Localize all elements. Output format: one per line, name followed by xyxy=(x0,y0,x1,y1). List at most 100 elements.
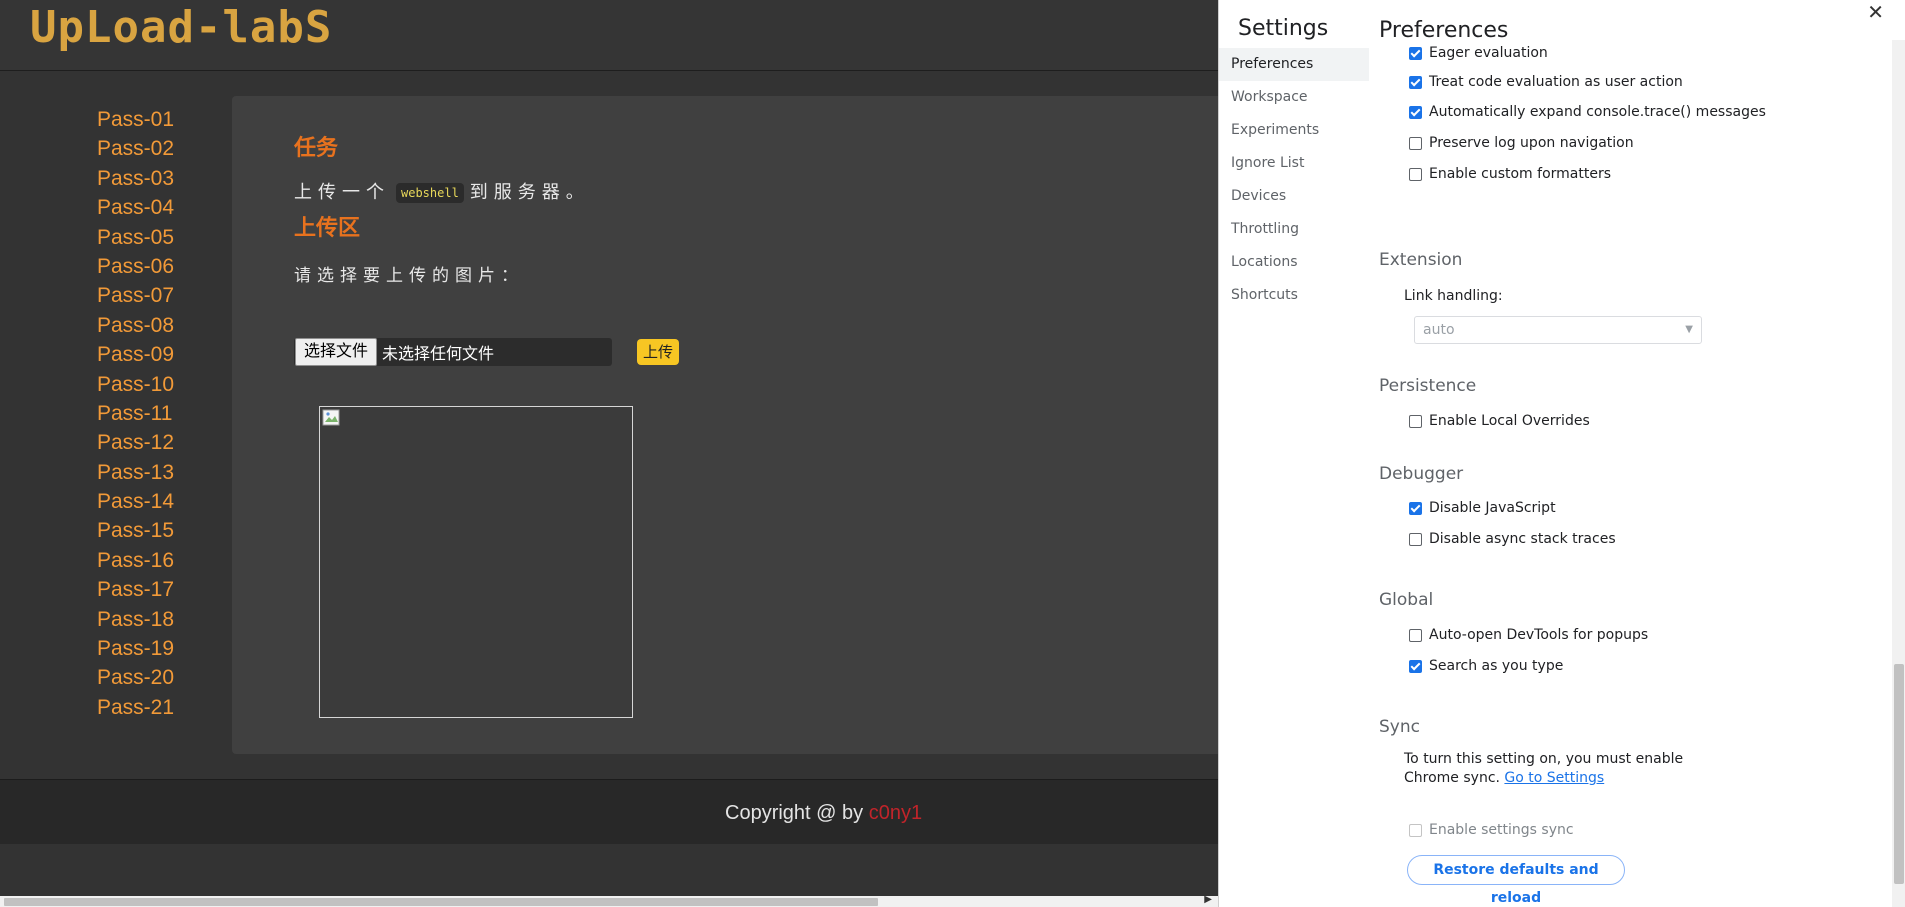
nav-item-pass-19[interactable]: Pass-19 xyxy=(97,634,207,663)
nav-item-pass-07[interactable]: Pass-07 xyxy=(97,281,207,310)
upload-form: 选择文件 未选择任何文件 上传 xyxy=(294,338,680,366)
checkbox-treat-code-evaluation-as-user-action[interactable] xyxy=(1409,75,1422,89)
option-preserve-log-upon-navigation[interactable]: Preserve log upon navigation xyxy=(1409,133,1634,153)
nav-item-pass-09[interactable]: Pass-09 xyxy=(97,340,207,369)
vertical-scrollbar-thumb[interactable] xyxy=(1894,664,1904,884)
nav-item-pass-01[interactable]: Pass-01 xyxy=(97,105,207,134)
devtools-settings-panel: Settings Preferences Workspace Experiments… xyxy=(1218,0,1905,907)
settings-nav-item-experiments[interactable]: Experiments xyxy=(1219,114,1369,147)
option-enable-settings-sync[interactable]: Enable settings sync xyxy=(1409,820,1574,840)
nav-item-pass-17[interactable]: Pass-17 xyxy=(97,575,207,604)
broken-image-icon xyxy=(322,409,340,426)
extension-group-title: Extension xyxy=(1379,250,1463,270)
nav-item-pass-06[interactable]: Pass-06 xyxy=(97,252,207,281)
nav-item-pass-10[interactable]: Pass-10 xyxy=(97,370,207,399)
nav-item-pass-05[interactable]: Pass-05 xyxy=(97,223,207,252)
uploaded-image-preview xyxy=(319,406,633,718)
option-enable-local-overrides[interactable]: Enable Local Overrides xyxy=(1409,411,1590,431)
settings-nav-item-locations[interactable]: Locations xyxy=(1219,246,1369,279)
link-handling-value: auto xyxy=(1423,322,1455,338)
option-disable-javascript[interactable]: Disable JavaScript xyxy=(1409,498,1556,518)
main-content: 任务 上传一个 webshell 到服务器。 上传区 请选择要上传的图片： 选择文件… xyxy=(232,96,1218,754)
nav-item-pass-21[interactable]: Pass-21 xyxy=(97,693,207,722)
upload-prompt: 请选择要上传的图片： xyxy=(294,266,524,286)
option-auto-open-devtools-for-popups[interactable]: Auto-open DevTools for popups xyxy=(1409,625,1648,645)
copyright-text: Copyright @ by c0ny1 xyxy=(725,802,922,825)
option-disable-async-stack-traces[interactable]: Disable async stack traces xyxy=(1409,529,1616,549)
persistence-group-title: Persistence xyxy=(1379,376,1477,396)
option-label: Disable JavaScript xyxy=(1429,500,1556,516)
nav-item-pass-18[interactable]: Pass-18 xyxy=(97,605,207,634)
web-page: UpLoad-labS Pass-01 Pass-02 Pass-03 Pass-04… xyxy=(0,0,1218,907)
checkbox-disable-javascript[interactable] xyxy=(1409,501,1422,515)
settings-nav-item-preferences[interactable]: Preferences xyxy=(1219,48,1369,81)
close-icon[interactable]: ✕ xyxy=(1867,0,1884,24)
task-description: 上传一个 webshell 到服务器。 xyxy=(294,178,590,204)
option-label: Enable custom formatters xyxy=(1429,166,1612,182)
option-label: Search as you type xyxy=(1429,658,1564,674)
nav-item-pass-13[interactable]: Pass-13 xyxy=(97,458,207,487)
nav-item-pass-14[interactable]: Pass-14 xyxy=(97,487,207,516)
checkbox-enable-custom-formatters[interactable] xyxy=(1409,167,1422,181)
checkbox-preserve-log-upon-navigation[interactable] xyxy=(1409,136,1422,150)
nav-item-pass-16[interactable]: Pass-16 xyxy=(97,546,207,575)
settings-nav-item-workspace[interactable]: Workspace xyxy=(1219,81,1369,114)
debugger-group-title: Debugger xyxy=(1379,464,1464,484)
nav-item-pass-04[interactable]: Pass-04 xyxy=(97,193,207,222)
author-link[interactable]: c0ny1 xyxy=(869,802,922,824)
copyright-prefix: Copyright @ by xyxy=(725,802,864,824)
settings-nav: Preferences Workspace Experiments Ignore Li… xyxy=(1219,48,1369,312)
option-search-as-you-type[interactable]: Search as you type xyxy=(1409,656,1563,676)
settings-nav-item-shortcuts[interactable]: Shortcuts xyxy=(1219,279,1369,312)
option-treat-code-evaluation-as-user-action[interactable]: Treat code evaluation as user action xyxy=(1409,72,1683,92)
settings-nav-item-ignore-list[interactable]: Ignore List xyxy=(1219,147,1369,180)
sync-note: To turn this setting on, you must enable… xyxy=(1404,750,1704,788)
option-label: Automatically expand console.trace() mes… xyxy=(1429,104,1766,120)
checkbox-eager-evaluation[interactable] xyxy=(1409,46,1422,60)
preferences-pane: Eager evaluation Treat code evaluation as… xyxy=(1379,40,1889,907)
vertical-scrollbar[interactable] xyxy=(1892,40,1905,907)
link-handling-label: Link handling: xyxy=(1404,288,1503,304)
file-input[interactable]: 选择文件 未选择任何文件 xyxy=(294,338,612,366)
restore-defaults-button[interactable]: Restore defaults and reload xyxy=(1407,855,1625,906)
pass-nav: Pass-01 Pass-02 Pass-03 Pass-04 Pass-05 Pass-… xyxy=(97,105,207,722)
option-enable-custom-formatters[interactable]: Enable custom formatters xyxy=(1409,164,1611,184)
site-logo[interactable]: UpLoad-labS xyxy=(30,2,332,53)
checkbox-disable-async-stack-traces[interactable] xyxy=(1409,532,1422,546)
webshell-code: webshell xyxy=(396,183,464,203)
option-automatically-expand-console-trace-messages[interactable]: Automatically expand console.trace() mes… xyxy=(1409,102,1766,122)
option-label: Enable Local Overrides xyxy=(1429,413,1590,429)
task-title: 任务 xyxy=(294,136,339,161)
checkbox-enable-local-overrides[interactable] xyxy=(1409,414,1422,428)
nav-item-pass-15[interactable]: Pass-15 xyxy=(97,516,207,545)
option-label: Auto-open DevTools for popups xyxy=(1429,627,1649,643)
nav-item-pass-12[interactable]: Pass-12 xyxy=(97,428,207,457)
nav-item-pass-20[interactable]: Pass-20 xyxy=(97,663,207,692)
checkbox-search-as-you-type[interactable] xyxy=(1409,659,1422,673)
settings-nav-item-devices[interactable]: Devices xyxy=(1219,180,1369,213)
nav-item-pass-02[interactable]: Pass-02 xyxy=(97,134,207,163)
file-status: 未选择任何文件 xyxy=(382,344,495,363)
option-label: Eager evaluation xyxy=(1429,45,1548,61)
nav-item-pass-11[interactable]: Pass-11 xyxy=(97,399,207,428)
settings-nav-item-throttling[interactable]: Throttling xyxy=(1219,213,1369,246)
link-handling-select[interactable]: auto ▼ xyxy=(1414,316,1702,344)
settings-title: Settings xyxy=(1238,16,1329,41)
task-text-before: 上传一个 xyxy=(294,182,390,203)
task-text-after: 到服务器。 xyxy=(469,182,590,203)
upload-button[interactable]: 上传 xyxy=(637,339,680,365)
option-label: Treat code evaluation as user action xyxy=(1429,74,1683,90)
go-to-settings-link[interactable]: Go to Settings xyxy=(1504,770,1604,786)
horizontal-scrollbar[interactable]: ▶ xyxy=(0,894,1218,907)
option-label: Enable settings sync xyxy=(1429,822,1574,838)
nav-item-pass-03[interactable]: Pass-03 xyxy=(97,164,207,193)
nav-item-pass-08[interactable]: Pass-08 xyxy=(97,311,207,340)
scroll-right-arrow-icon[interactable]: ▶ xyxy=(1204,894,1212,905)
option-eager-evaluation[interactable]: Eager evaluation xyxy=(1409,43,1548,63)
choose-file-button[interactable]: 选择文件 xyxy=(295,338,378,366)
checkbox-automatically-expand-console-trace-messages[interactable] xyxy=(1409,105,1422,119)
site-header: UpLoad-labS xyxy=(0,0,1218,71)
checkbox-auto-open-devtools-for-popups[interactable] xyxy=(1409,628,1422,642)
option-label: Preserve log upon navigation xyxy=(1429,135,1634,151)
horizontal-scrollbar-thumb[interactable] xyxy=(4,898,878,906)
